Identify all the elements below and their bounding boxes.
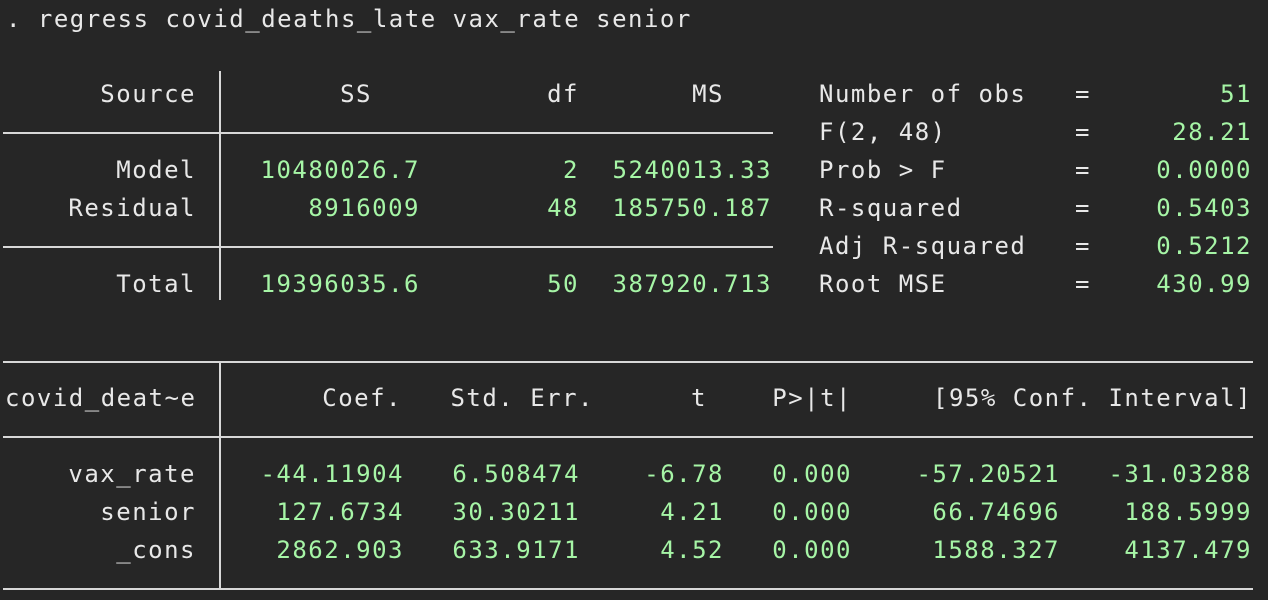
- coef-row-se: 6.508474: [452, 460, 580, 488]
- anova-total-ss: 19396035.6: [260, 270, 420, 298]
- coef-header-rule: [3, 436, 1253, 438]
- anova-total-ms: 387920.713: [612, 270, 772, 298]
- coef-row-t: 4.52: [660, 536, 724, 564]
- fit-stat-label: F(2, 48): [819, 118, 947, 146]
- anova-header-rule: [3, 132, 773, 134]
- anova-row-ms: 5240013.33: [612, 156, 772, 184]
- coef-row-t: 4.21: [660, 498, 724, 526]
- stata-results-window: . regress covid_deaths_late vax_rate sen…: [0, 0, 1268, 600]
- command-line: . regress covid_deaths_late vax_rate sen…: [6, 0, 692, 38]
- command-prompt: .: [6, 5, 22, 33]
- anova-row-ss: 8916009: [308, 194, 420, 222]
- fit-stat-value: 0.5212: [1156, 232, 1252, 260]
- coef-depvar: covid_deat~e: [5, 384, 197, 412]
- coef-row-ci-low: 66.74696: [932, 498, 1060, 526]
- fit-stat-label: Adj R-squared: [819, 232, 1027, 260]
- coef-header-t: t: [691, 384, 707, 412]
- coef-row-ci-high: -31.03288: [1108, 460, 1252, 488]
- coef-row-var: _cons: [116, 536, 196, 564]
- coef-row-p: 0.000: [772, 460, 852, 488]
- coef-header-ci: [95% Conf. Interval]: [933, 384, 1252, 412]
- coef-row-t: -6.78: [644, 460, 724, 488]
- fit-stat-equals: =: [1075, 80, 1091, 108]
- coef-row-se: 633.9171: [452, 536, 580, 564]
- coef-row-p: 0.000: [772, 498, 852, 526]
- coef-row-se: 30.30211: [452, 498, 580, 526]
- fit-stat-value: 0.0000: [1156, 156, 1252, 184]
- fit-stat-label: Root MSE: [819, 270, 947, 298]
- fit-stat-label: Prob > F: [819, 156, 947, 184]
- anova-row-df: 48: [547, 194, 579, 222]
- anova-total-df: 50: [547, 270, 579, 298]
- fit-stat-equals: =: [1075, 232, 1091, 260]
- anova-row-ss: 10480026.7: [260, 156, 420, 184]
- coef-header-coef: Coef.: [322, 384, 402, 412]
- anova-total-rule: [3, 246, 773, 248]
- coef-bottom-rule: [3, 588, 1253, 590]
- coef-row-ci-low: -57.20521: [916, 460, 1060, 488]
- fit-stat-equals: =: [1075, 270, 1091, 298]
- coef-row-var: senior: [100, 498, 196, 526]
- anova-total-source: Total: [116, 270, 196, 298]
- anova-column-divider: [219, 71, 221, 300]
- coef-row-coef: -44.11904: [260, 460, 404, 488]
- coef-header-p: P>|t|: [772, 384, 852, 412]
- coef-row-ci-high: 4137.479: [1124, 536, 1252, 564]
- fit-stat-label: R-squared: [819, 194, 963, 222]
- anova-header-ss: SS: [340, 80, 372, 108]
- anova-row-source: Residual: [68, 194, 196, 222]
- fit-stat-value: 430.99: [1156, 270, 1252, 298]
- anova-header-ms: MS: [692, 80, 724, 108]
- fit-stat-value: 28.21: [1172, 118, 1252, 146]
- coef-row-coef: 2862.903: [276, 536, 404, 564]
- fit-stat-label: Number of obs: [819, 80, 1027, 108]
- fit-stat-equals: =: [1075, 156, 1091, 184]
- fit-stat-equals: =: [1075, 118, 1091, 146]
- coef-row-var: vax_rate: [68, 460, 196, 488]
- coef-row-p: 0.000: [772, 536, 852, 564]
- anova-header-df: df: [547, 80, 579, 108]
- coef-header-se: Std. Err.: [450, 384, 594, 412]
- coef-top-rule: [3, 361, 1253, 363]
- anova-header-source: Source: [100, 80, 196, 108]
- fit-stat-value: 0.5403: [1156, 194, 1252, 222]
- command-text: regress covid_deaths_late vax_rate senio…: [37, 5, 692, 33]
- fit-stat-equals: =: [1075, 194, 1091, 222]
- fit-stat-value: 51: [1220, 80, 1252, 108]
- anova-row-ms: 185750.187: [612, 194, 772, 222]
- coef-row-ci-high: 188.5999: [1124, 498, 1252, 526]
- anova-row-df: 2: [563, 156, 579, 184]
- coef-row-ci-low: 1588.327: [932, 536, 1060, 564]
- coef-row-coef: 127.6734: [276, 498, 404, 526]
- anova-row-source: Model: [116, 156, 196, 184]
- coef-column-divider: [219, 361, 221, 590]
